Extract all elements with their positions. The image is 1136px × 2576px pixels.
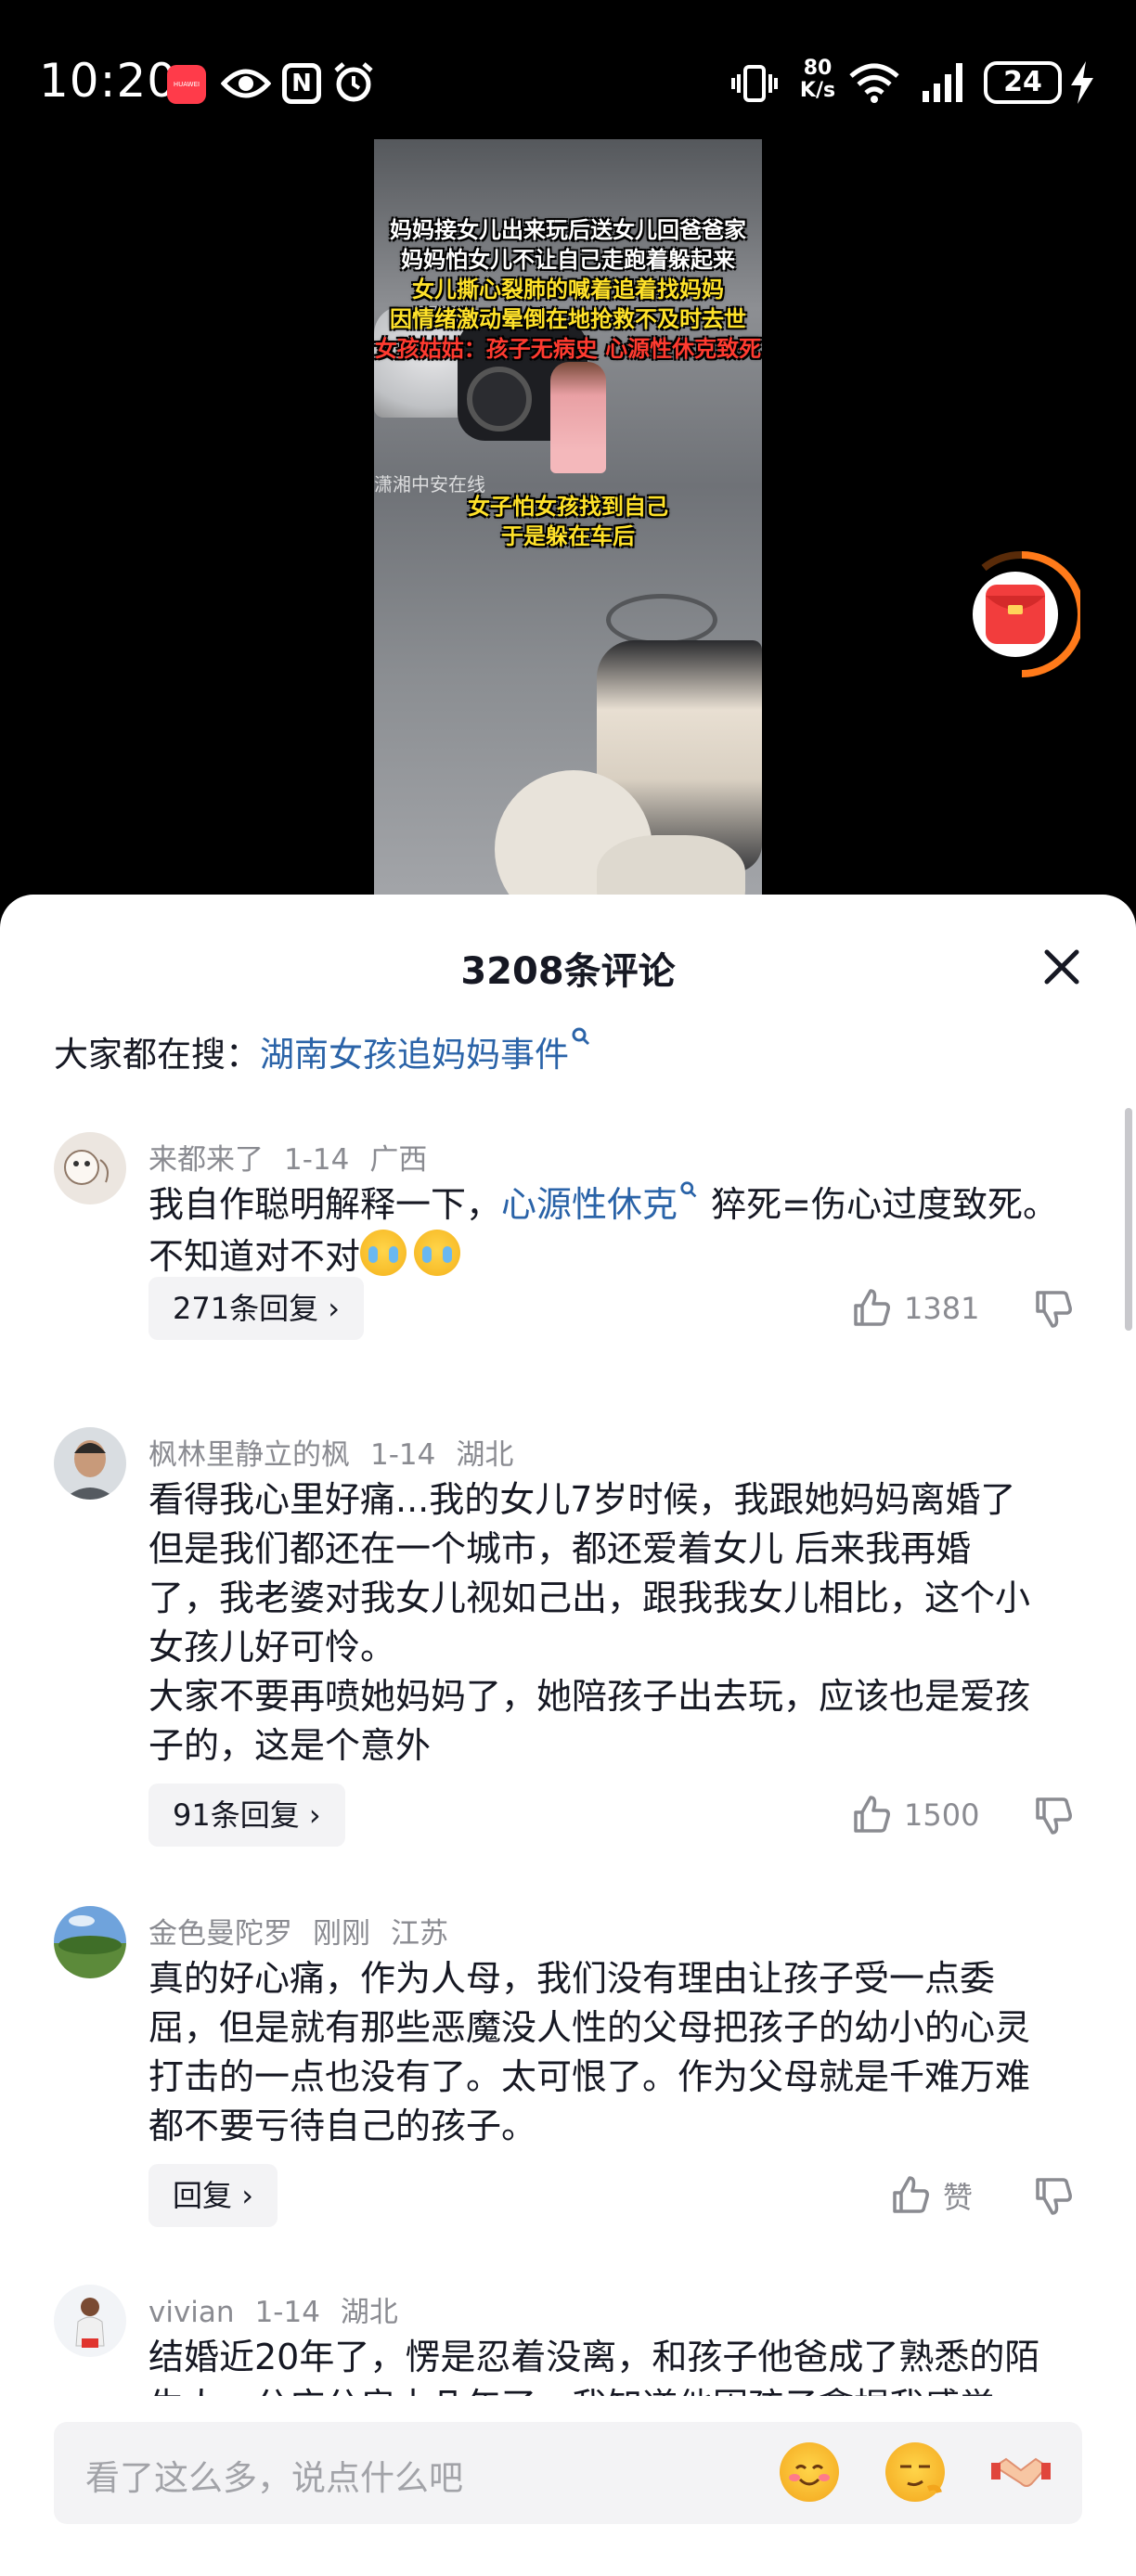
scrollbar[interactable] bbox=[1125, 1108, 1132, 1331]
avatar[interactable] bbox=[54, 1132, 126, 1204]
video-subtitle-line-2: 于是躲在车后 bbox=[501, 523, 635, 549]
comment-location: 湖北 bbox=[456, 1438, 514, 1472]
thumbs-down-icon[interactable] bbox=[1032, 2174, 1075, 2217]
wifi-icon bbox=[849, 63, 899, 103]
status-time: 10:20 bbox=[39, 54, 178, 108]
crying-emoji-icon bbox=[414, 1230, 461, 1276]
comment-text: 我自作聪明解释一下，心源性休克 猝死=伤心过度致死。不知道对不对 bbox=[148, 1180, 1086, 1282]
video-caption-line-3: 女儿撕心裂肺的喊着追着找妈妈 bbox=[412, 277, 724, 303]
comment-username[interactable]: 来都来了 bbox=[148, 1143, 264, 1177]
crying-emoji-icon bbox=[360, 1230, 407, 1276]
reply-label: 回复 bbox=[173, 2178, 233, 2213]
search-icon bbox=[572, 1027, 590, 1046]
like-button[interactable]: 1381 bbox=[850, 1277, 979, 1340]
thumbs-down-icon[interactable] bbox=[1032, 1287, 1075, 1330]
eye-icon bbox=[221, 69, 271, 98]
video-manhole bbox=[606, 594, 717, 646]
video-car-wheel bbox=[467, 367, 532, 431]
like-button[interactable]: 赞 bbox=[889, 2164, 973, 2227]
like-count: 1381 bbox=[904, 1291, 980, 1326]
thumbs-down-icon[interactable] bbox=[1032, 1794, 1075, 1836]
comment-input[interactable]: 看了这么多，说点什么吧 bbox=[54, 2422, 1082, 2524]
comment-meta: vivian 1-14 湖北 bbox=[148, 2288, 419, 2330]
video-caption-line-5: 女孩姑姑：孩子无病史 心源性休克致死 bbox=[374, 336, 762, 362]
comment-date: 1-14 bbox=[370, 1438, 436, 1472]
comment-text-line: 屈，但是就有那些恶魔没人性的父母把孩子的幼小的心灵 bbox=[148, 2007, 1031, 2048]
charging-icon bbox=[1071, 61, 1093, 104]
network-speed: 80 K/s bbox=[799, 57, 836, 102]
comment-text-line: 打击的一点也没有了。太可恨了。作为父母就是千难万难 bbox=[148, 2056, 1031, 2097]
reply-button[interactable]: 回复 › bbox=[148, 2164, 278, 2227]
comment-date: 1-14 bbox=[284, 1143, 350, 1177]
comment-text-part: 我自作聪明解释一下， bbox=[148, 1184, 502, 1225]
comment-text-line: 子的，这是个意外 bbox=[148, 1725, 432, 1766]
comments-count-title: 3208条评论 bbox=[460, 950, 676, 993]
comment-text-line: 真的好心痛，作为人母，我们没有理由让孩子受一点委 bbox=[148, 1958, 996, 1999]
comment-text-line: 但是我们都还在一个城市，都还爱着女儿 后来我再婚 bbox=[148, 1528, 972, 1569]
trending-search: 大家都在搜：湖南女孩追妈妈事件 bbox=[54, 1026, 593, 1076]
comment-text-line: 都不要亏待自己的孩子。 bbox=[148, 2106, 537, 2146]
close-icon[interactable] bbox=[1039, 945, 1084, 989]
avatar[interactable] bbox=[54, 1427, 126, 1500]
blushing-smile-emoji-icon[interactable] bbox=[780, 2442, 839, 2502]
view-replies-button[interactable]: 91条回复 › bbox=[148, 1784, 345, 1847]
battery-icon: 24 bbox=[984, 61, 1062, 104]
comment-input-bar: 看了这么多，说点什么吧 bbox=[0, 2396, 1136, 2576]
comment-username[interactable]: 金色曼陀罗 bbox=[148, 1917, 292, 1951]
avatar[interactable] bbox=[54, 2285, 126, 2357]
trending-search-label: 大家都在搜： bbox=[54, 1035, 260, 1075]
comment-date: 1-14 bbox=[254, 2296, 320, 2329]
video-player[interactable]: 妈妈接女儿出来玩后送女儿回爸爸家 妈妈怕女儿不让自己走跑着躲起来 女儿撕心裂肺的… bbox=[0, 139, 1136, 909]
comment-location: 广西 bbox=[369, 1143, 428, 1177]
comment-input-placeholder: 看了这么多，说点什么吧 bbox=[85, 2458, 463, 2498]
comment-text-line: 看得我心里好痛...我的女儿7岁时候，我跟她妈妈离婚了 bbox=[148, 1479, 1016, 1520]
like-button[interactable]: 1500 bbox=[850, 1784, 979, 1847]
huawei-app-icon: HUAWEI bbox=[167, 65, 206, 104]
comment-text: 真的好心痛，作为人母，我们没有理由让孩子受一点委 屈，但是就有那些恶魔没人性的父… bbox=[148, 1954, 1086, 2151]
like-label: 赞 bbox=[943, 2180, 974, 2215]
red-packet-icon[interactable] bbox=[963, 547, 1080, 687]
comment-text-line: 了，我老婆对我女儿视如己出，跟我我女儿相比，这个小 bbox=[148, 1578, 1031, 1618]
thumbs-up-icon bbox=[893, 2176, 929, 2213]
comment-location: 湖北 bbox=[340, 2296, 398, 2329]
vibrate-icon bbox=[731, 65, 778, 102]
comment-text: 看得我心里好痛...我的女儿7岁时候，我跟她妈妈离婚了 但是我们都还在一个城市，… bbox=[148, 1475, 1086, 1771]
video-caption-line-1: 妈妈接女儿出来玩后送女儿回爸爸家 bbox=[390, 217, 746, 243]
comment-text-line: 大家不要再喷她妈妈了，她陪孩子出去玩，应该也是爱孩 bbox=[148, 1676, 1031, 1717]
comment-location: 江苏 bbox=[391, 1917, 448, 1951]
avatar[interactable] bbox=[54, 1906, 126, 1978]
comment-meta: 枫林里静立的枫 1-14 湖北 bbox=[148, 1431, 534, 1473]
video-caption-line-2: 妈妈怕女儿不让自己走跑着躲起来 bbox=[401, 247, 735, 273]
signal-icon bbox=[923, 63, 962, 102]
alarm-icon bbox=[334, 62, 373, 102]
search-icon bbox=[680, 1181, 697, 1198]
video-person bbox=[550, 362, 606, 473]
comment-username[interactable]: 枫林里静立的枫 bbox=[148, 1438, 350, 1472]
comment-keyword-link[interactable]: 心源性休克 bbox=[501, 1184, 678, 1225]
comments-sheet: 3208条评论 大家都在搜：湖南女孩追妈妈事件 来都来了 1-14 广西 我自作聪明… bbox=[0, 895, 1136, 2576]
comment-text-line: 女孩儿好可怜。 bbox=[148, 1627, 396, 1668]
view-replies-label: 271条回复 bbox=[173, 1291, 319, 1326]
comment-date: 刚刚 bbox=[313, 1917, 370, 1951]
video-frame[interactable]: 妈妈接女儿出来玩后送女儿回爸爸家 妈妈怕女儿不让自己走跑着躲起来 女儿撕心裂肺的… bbox=[374, 139, 762, 909]
comment-text-line: 结婚近20年了，愣是忍着没离，和孩子他爸成了熟悉的陌 bbox=[148, 2337, 1040, 2377]
smug-face-emoji-icon[interactable] bbox=[885, 2442, 945, 2502]
video-subtitle-line-1: 女子怕女孩找到自己 bbox=[468, 494, 668, 520]
status-bar: 10:20 HUAWEI N 80 K/s 24 bbox=[0, 0, 1136, 139]
like-count: 1500 bbox=[904, 1797, 980, 1833]
comment-meta: 来都来了 1-14 广西 bbox=[148, 1136, 447, 1178]
nfc-icon: N bbox=[282, 63, 321, 104]
view-replies-button[interactable]: 271条回复 › bbox=[148, 1277, 365, 1340]
thumbs-up-icon bbox=[854, 1289, 890, 1326]
view-replies-label: 91条回复 bbox=[173, 1797, 300, 1833]
comment-meta: 金色曼陀罗 刚刚 江苏 bbox=[148, 1910, 469, 1951]
trending-search-link[interactable]: 湖南女孩追妈妈事件 bbox=[260, 1035, 569, 1075]
video-caption-line-4: 因情绪激动晕倒在地抢救不及时去世 bbox=[390, 306, 746, 332]
thumbs-up-icon bbox=[854, 1796, 890, 1833]
comment-username[interactable]: vivian bbox=[148, 2296, 235, 2329]
handshake-emoji-icon[interactable] bbox=[991, 2442, 1051, 2502]
